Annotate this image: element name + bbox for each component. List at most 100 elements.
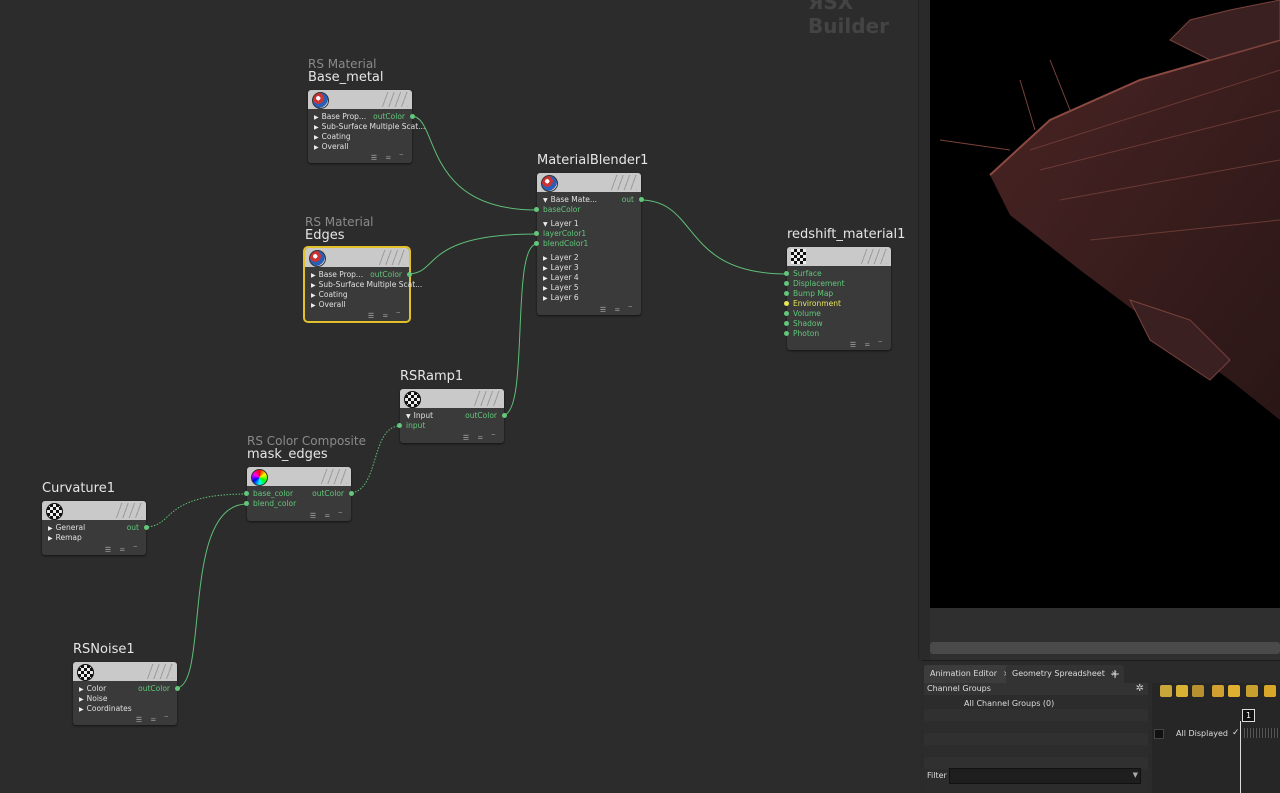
node-name-label: Curvature1 (42, 481, 115, 496)
input-port-label: blend_color (253, 499, 297, 508)
wire-noise-to-composite (175, 503, 248, 689)
input-port[interactable] (784, 271, 789, 276)
frame-tool-icon[interactable] (1228, 685, 1240, 697)
node-header[interactable] (308, 90, 412, 109)
table-tool-icon[interactable] (1246, 685, 1258, 697)
timeline-panel[interactable]: 1 All Displayed ✓ (1152, 683, 1280, 793)
node-header[interactable] (247, 467, 351, 486)
input-port[interactable] (784, 301, 789, 306)
wire-ramp-to-blender (502, 243, 538, 416)
display-swatch[interactable] (1154, 729, 1164, 739)
render-viewport[interactable] (930, 0, 1280, 608)
node-body[interactable]: Base Prop... Sub-Surface Multiple Scat..… (308, 90, 425, 163)
node-header[interactable] (400, 389, 504, 408)
output-port[interactable] (175, 686, 180, 691)
param-group[interactable]: Overall (311, 300, 346, 311)
input-port[interactable] (244, 501, 249, 506)
tab-geometry-spreadsheet[interactable]: Geometry Spreadsheet × (1006, 665, 1124, 683)
color-wheel-icon (251, 469, 268, 486)
input-port[interactable] (784, 281, 789, 286)
node-body[interactable]: base_color outColor blend_color ☰ = ‾ (244, 467, 354, 521)
wire-base-metal-to-blender (410, 115, 538, 211)
input-port-label: Surface (793, 269, 822, 278)
wire-curvature-to-composite (144, 493, 248, 528)
node-name-label: RSNoise1 (73, 642, 135, 657)
param-group[interactable]: Overall (314, 142, 349, 153)
node-body-selected[interactable]: Base Prop... Sub-Surface Multiple Scat..… (303, 246, 422, 323)
input-port[interactable] (397, 423, 402, 428)
input-port-label: Photon (793, 329, 820, 338)
output-port[interactable] (410, 114, 415, 119)
chevron-down-icon[interactable]: ▼ (1133, 771, 1138, 779)
output-port[interactable] (407, 272, 412, 277)
input-port-label: Bump Map (793, 289, 834, 298)
node-body[interactable]: Base Mate... out baseColor Layer 1 layer… (534, 173, 644, 315)
input-port-label: Environment (793, 299, 841, 308)
node-header[interactable] (42, 501, 146, 520)
input-port-label: input (406, 421, 426, 430)
output-port-label: outColor (373, 112, 405, 121)
tab-label: Animation Editor (930, 669, 998, 678)
gear-icon[interactable]: ✲ (1136, 683, 1144, 694)
node-header[interactable] (73, 662, 177, 681)
material-sphere-icon (309, 250, 326, 267)
output-port-label: outColor (138, 684, 170, 693)
tab-animation-editor[interactable]: Animation Editor× (924, 665, 1016, 683)
node-body[interactable]: General Remap out ☰ = ‾ (42, 501, 149, 555)
input-port[interactable] (534, 207, 539, 212)
tab-label: Geometry Spreadsheet (1012, 669, 1105, 678)
input-port[interactable] (784, 311, 789, 316)
node-body[interactable]: Surface Displacement Bump Map Environmen… (784, 247, 891, 350)
current-frame[interactable]: 1 (1242, 709, 1255, 722)
input-port[interactable] (534, 241, 539, 246)
checker-texture-icon (77, 664, 94, 681)
checker-texture-icon (46, 503, 63, 520)
key-tool-icon[interactable] (1176, 685, 1188, 697)
node-body[interactable]: Color Noise Coordinates outColor ☰ = ‾ (73, 662, 180, 725)
material-sphere-icon (541, 175, 558, 192)
param-group[interactable]: Layer 6 (543, 293, 579, 304)
input-port[interactable] (534, 231, 539, 236)
output-port[interactable] (502, 413, 507, 418)
output-port[interactable] (144, 525, 149, 530)
ruler-tool-icon[interactable] (1192, 685, 1204, 697)
add-tab-button[interactable]: + (1110, 665, 1120, 683)
node-footer: ☰ = ‾ (309, 512, 345, 520)
wire-blender-to-material (639, 199, 788, 275)
select-tool-icon[interactable] (1160, 685, 1172, 697)
param-group[interactable]: Remap (48, 533, 82, 544)
key-track[interactable] (1244, 728, 1280, 738)
node-header[interactable] (787, 247, 891, 266)
scrollbar-handle[interactable] (930, 642, 1280, 654)
node-footer: ☰ = ‾ (135, 716, 171, 724)
filter-input[interactable] (949, 768, 1141, 784)
output-port-label: out (621, 195, 634, 204)
bottom-pane: Animation Editor× Geometry Spreadsheet× … (922, 660, 1280, 793)
input-port[interactable] (784, 331, 789, 336)
checker-texture-icon (404, 391, 421, 408)
output-port[interactable] (349, 491, 354, 496)
node-name-label: MaterialBlender1 (537, 153, 649, 168)
node-network-editor[interactable]: ЯSX Builder RS Material Base_metal Base … (0, 0, 920, 792)
wire-edges-to-blender (407, 233, 538, 275)
input-port-label: baseColor (543, 205, 581, 214)
magnet-tool-icon[interactable] (1212, 685, 1224, 697)
input-port[interactable] (784, 291, 789, 296)
input-port-label: Displacement (793, 279, 845, 288)
output-port[interactable] (639, 197, 644, 202)
node-type-label: RS Material (308, 57, 377, 71)
viewport-scrollbar[interactable] (930, 608, 1280, 660)
playhead[interactable] (1240, 721, 1241, 793)
channel-group-item[interactable]: All Channel Groups (0) (964, 699, 1054, 708)
node-footer: ☰ = ‾ (104, 546, 140, 554)
node-header[interactable] (537, 173, 641, 192)
node-body[interactable]: Input outColor input ☰ = ‾ (397, 389, 507, 443)
check-icon[interactable]: ✓ (1232, 728, 1240, 738)
node-header[interactable] (305, 248, 409, 267)
input-port[interactable] (784, 321, 789, 326)
node-name-label: redshift_material1 (787, 227, 906, 242)
move-tool-icon[interactable] (1264, 685, 1276, 697)
input-port[interactable] (244, 491, 249, 496)
node-type-label: RS Color Composite (247, 434, 366, 448)
param-group[interactable]: Coordinates (79, 704, 132, 715)
